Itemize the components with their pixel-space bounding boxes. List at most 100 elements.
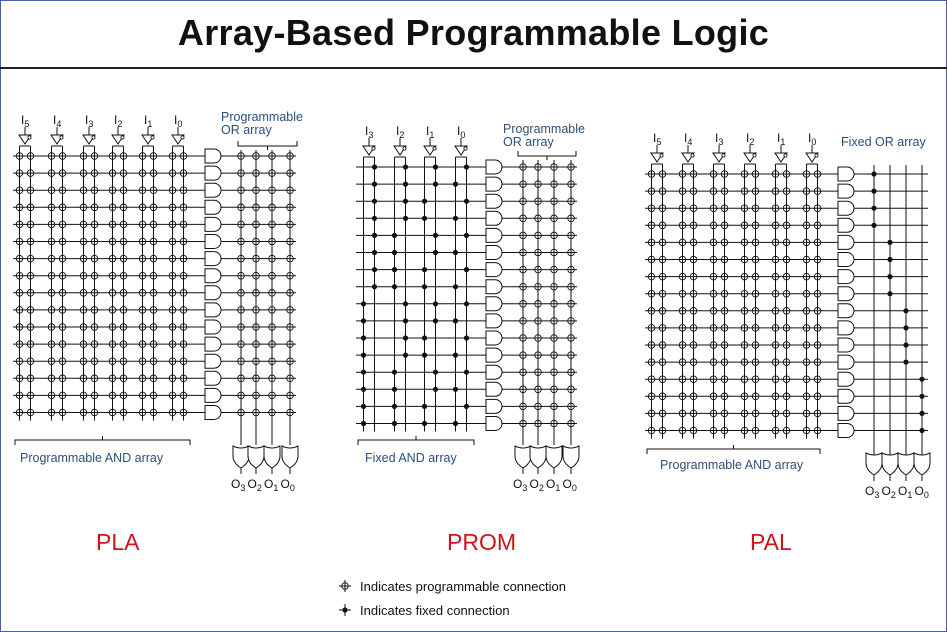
inverter-bubble-icon [463, 146, 468, 151]
fixed-connection-icon [371, 181, 378, 187]
fixed-connection-icon [342, 607, 348, 613]
fixed-connection-icon [432, 181, 439, 187]
fixed-connection-icon [360, 352, 367, 358]
fixed-connection-icon [452, 352, 459, 358]
and-gate-icon [204, 148, 222, 164]
and-gate-icon [485, 347, 503, 363]
and-gate-icon [204, 387, 222, 403]
fixed-connection-icon [391, 267, 398, 273]
fixed-connection-icon [402, 198, 409, 204]
legend-programmable: Indicates programmable connection [360, 579, 566, 594]
fixed-connection-icon [887, 239, 893, 245]
input-label: I4 [684, 131, 692, 147]
and-gate-icon [485, 398, 503, 414]
and-gate-icon [485, 176, 503, 192]
fixed-connection-icon [402, 215, 409, 221]
and-gate-icon [485, 381, 503, 397]
input-label: I2 [746, 131, 754, 147]
fixed-connection-icon [887, 274, 893, 280]
fixed-connection-icon [391, 284, 398, 290]
fixed-connection-icon [452, 318, 459, 324]
fixed-connection-icon [360, 403, 367, 409]
inverter-bubble-icon [150, 135, 155, 140]
fixed-connection-icon [391, 420, 398, 427]
fixed-connection-icon [421, 215, 428, 221]
fixed-connection-icon [402, 181, 409, 187]
fixed-connection-icon [421, 420, 428, 427]
fixed-connection-icon [919, 376, 925, 382]
pla-or-array-label: Programmable OR array [221, 110, 303, 137]
and-gate-icon [204, 302, 222, 318]
and-gate-icon [204, 405, 222, 420]
fixed-connection-icon [432, 301, 439, 307]
fixed-connection-icon [391, 249, 398, 256]
fixed-connection-icon [402, 335, 409, 341]
inverter-bubble-icon [659, 153, 664, 158]
fixed-connection-icon [463, 335, 470, 341]
input-label: I0 [174, 113, 182, 129]
and-gate-icon [204, 199, 222, 215]
and-gate-icon [204, 216, 222, 232]
and-gate-icon [837, 371, 855, 387]
and-gate-icon [837, 183, 855, 199]
and-gate-icon [485, 210, 503, 226]
input-label: I0 [808, 131, 816, 147]
inverter-bubble-icon [402, 146, 407, 151]
and-gate-icon [204, 336, 222, 352]
and-gate-icon [204, 165, 222, 181]
and-gate-icon [485, 245, 503, 260]
or-gate-icon [881, 452, 899, 476]
and-gate-icon [485, 193, 503, 209]
and-gate-icon [204, 319, 222, 335]
or-gate-icon [232, 445, 250, 469]
fixed-connection-icon [463, 403, 470, 409]
output-label: O2 [248, 477, 262, 493]
and-gate-icon [837, 320, 855, 336]
fixed-connection-icon [432, 369, 439, 375]
and-gate-icon [837, 388, 855, 404]
fixed-connection-icon [360, 318, 367, 324]
inverter-bubble-icon [59, 135, 64, 140]
fixed-connection-icon [432, 232, 439, 238]
and-gate-icon [204, 370, 222, 386]
fixed-connection-icon [391, 369, 398, 375]
fixed-connection-icon [452, 386, 459, 392]
and-gate-icon [837, 252, 855, 267]
and-gate-icon [837, 354, 855, 370]
prom-label: PROM [447, 529, 516, 555]
fixed-connection-icon [402, 301, 409, 307]
fixed-connection-icon [432, 318, 439, 324]
prom-and-array-label: Fixed AND array [365, 451, 457, 465]
inverter-bubble-icon [91, 135, 96, 140]
fixed-connection-icon [371, 249, 378, 256]
and-gate-icon [485, 262, 503, 278]
and-gate-icon [485, 313, 503, 329]
fixed-connection-icon [432, 386, 439, 392]
inverter-bubble-icon [690, 153, 695, 158]
fixed-connection-icon [452, 215, 459, 221]
or-gate-icon [247, 445, 265, 469]
and-gate-icon [485, 330, 503, 346]
fixed-connection-icon [371, 215, 378, 221]
and-gate-icon [837, 217, 855, 233]
and-gate-icon [837, 303, 855, 319]
and-gate-icon [204, 268, 222, 284]
fixed-connection-icon [903, 308, 909, 314]
inverter-bubble-icon [721, 153, 726, 158]
pla-label: PLA [96, 529, 140, 555]
fixed-connection-icon [402, 164, 409, 170]
fixed-connection-icon [421, 284, 428, 290]
and-gate-icon [485, 296, 503, 312]
fixed-connection-icon [432, 249, 439, 256]
output-label: O0 [281, 477, 295, 493]
fixed-connection-icon [360, 420, 367, 427]
output-label: O2 [530, 477, 544, 493]
pal-and-array-label: Programmable AND array [660, 458, 804, 472]
inverter-bubble-icon [783, 153, 788, 158]
pal-or-array-label: Fixed OR array [841, 135, 926, 149]
fixed-connection-icon [402, 318, 409, 324]
and-array-bracket [357, 436, 475, 445]
or-gate-icon [897, 452, 915, 476]
fixed-connection-icon [421, 267, 428, 273]
output-label: O3 [865, 484, 879, 500]
